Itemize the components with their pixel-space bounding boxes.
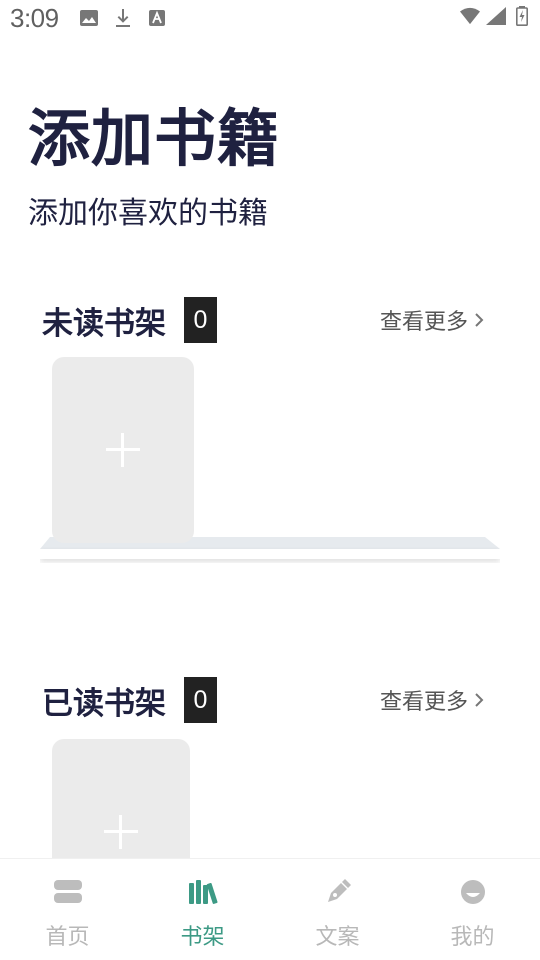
read-shelf-title: 已读书架: [42, 685, 166, 722]
system-icons: [460, 6, 532, 26]
a-box-icon: [147, 8, 167, 28]
unread-shelf-title: 未读书架: [42, 305, 166, 342]
signal-icon: [486, 6, 506, 26]
plus-icon: [106, 433, 140, 467]
bottom-nav: 首页 书架 文案 我的: [0, 858, 540, 960]
plus-icon: [104, 815, 138, 849]
status-time: 3:09: [10, 2, 59, 33]
add-unread-book-button[interactable]: [52, 357, 194, 543]
view-more-label: 查看更多: [379, 310, 468, 335]
read-count-badge: 0: [184, 677, 217, 723]
nav-label-copywriting: 文案: [315, 925, 360, 950]
read-view-more-link[interactable]: 查看更多: [380, 677, 484, 723]
nav-item-copywriting[interactable]: 文案: [270, 859, 405, 960]
nav-item-profile[interactable]: 我的: [405, 859, 540, 960]
unread-view-more-link[interactable]: 查看更多: [380, 297, 484, 343]
chevron-right-icon: [475, 693, 484, 707]
wifi-icon: [460, 6, 480, 26]
nav-label-home: 首页: [45, 925, 90, 950]
status-bar: 3:09: [0, 0, 540, 36]
nav-label-profile: 我的: [450, 925, 495, 950]
nav-item-home[interactable]: 首页: [0, 859, 135, 960]
notification-icons: [79, 8, 167, 28]
download-icon: [113, 8, 133, 28]
view-more-label: 查看更多: [379, 690, 468, 715]
page-title: 添加书籍: [28, 102, 281, 175]
unread-count-badge: 0: [184, 297, 217, 343]
read-shelf-header: 已读书架 0: [42, 677, 217, 723]
pen-icon: [323, 877, 353, 907]
battery-icon: [512, 6, 532, 26]
bookshelf-icon: [188, 877, 218, 907]
profile-icon: [458, 877, 488, 907]
page-subtitle: 添加你喜欢的书籍: [28, 196, 268, 231]
image-icon: [79, 8, 99, 28]
chevron-right-icon: [475, 313, 484, 327]
nav-label-bookshelf: 书架: [180, 925, 225, 950]
home-icon: [53, 877, 83, 907]
nav-item-bookshelf[interactable]: 书架: [135, 859, 270, 960]
unread-shelf-header: 未读书架 0: [42, 297, 217, 343]
